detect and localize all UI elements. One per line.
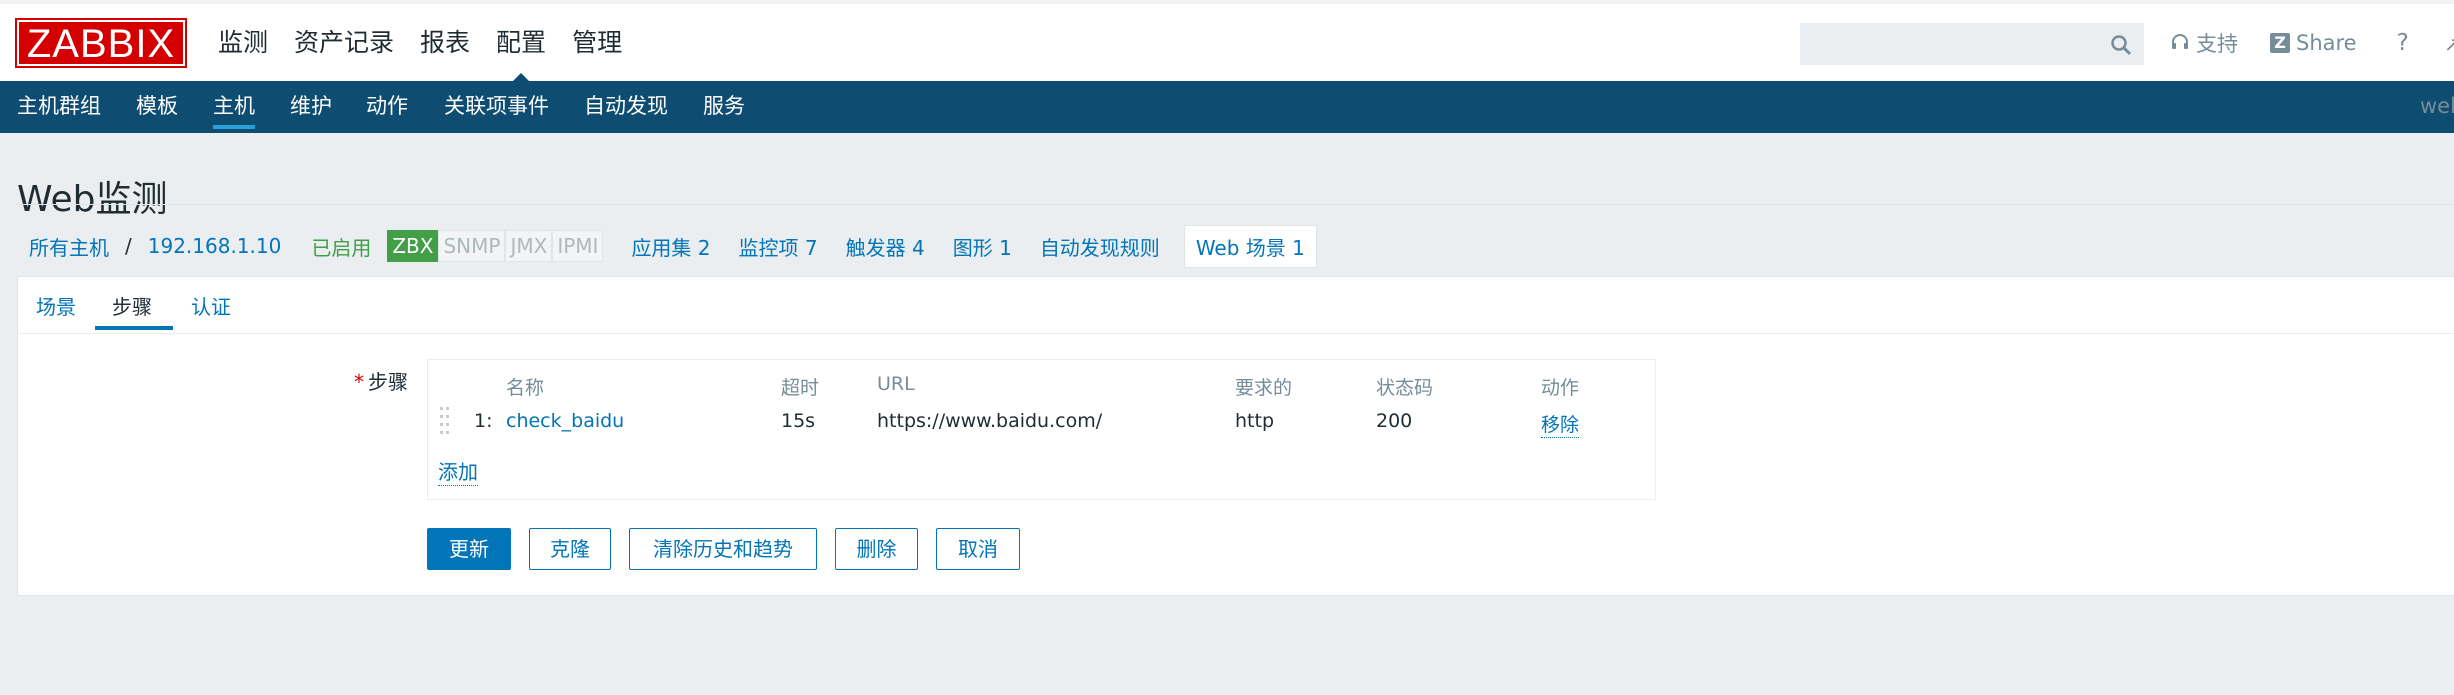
- breadcrumb-separator: /: [125, 234, 132, 258]
- tab-steps[interactable]: 步骤: [112, 291, 152, 320]
- subnav-hosts[interactable]: 主机: [213, 81, 255, 131]
- support-label: 支持: [2196, 31, 2238, 56]
- step-status-codes: 200: [1376, 410, 1413, 432]
- subnav-right-text: web: [2420, 94, 2454, 118]
- subnav-maintenance[interactable]: 维护: [290, 81, 332, 131]
- menu-administration[interactable]: 管理: [572, 4, 622, 81]
- items-label: 监控项: [738, 235, 799, 260]
- column-name: 名称: [506, 377, 545, 399]
- title-divider: [17, 204, 2454, 205]
- header-tools: 支持 Z Share ?: [2170, 4, 2409, 81]
- column-status-codes: 状态码: [1376, 377, 1434, 399]
- step-required: http: [1235, 410, 1275, 432]
- web-scenarios-label: Web 场景: [1195, 235, 1286, 260]
- menu-monitoring[interactable]: 监测: [218, 4, 268, 81]
- headset-icon: [2172, 33, 2188, 49]
- search-input[interactable]: [1801, 24, 2101, 64]
- discovery-rules-label: 自动发现规则: [1039, 235, 1160, 260]
- availability-ipmi: IPMI: [552, 230, 604, 262]
- tab-authentication[interactable]: 认证: [191, 291, 231, 320]
- triggers-count: 4: [911, 235, 925, 260]
- clear-history-button[interactable]: 清除历史和趋势: [629, 528, 817, 570]
- breadcrumb-web-scenarios[interactable]: Web 场景 1: [1183, 224, 1317, 268]
- column-required: 要求的: [1235, 377, 1293, 399]
- zabbix-logo[interactable]: ZABBIX: [15, 18, 187, 68]
- menu-reports[interactable]: 报表: [420, 4, 470, 81]
- subnav-discovery[interactable]: 自动发现: [584, 81, 668, 131]
- tab-scenario[interactable]: 场景: [36, 291, 76, 320]
- clone-button[interactable]: 克隆: [529, 528, 611, 570]
- zabbix-share-icon: Z: [2270, 32, 2290, 53]
- breadcrumb-items[interactable]: 监控项 7: [739, 232, 818, 261]
- steps-table: 名称 超时 URL 要求的 状态码 动作 1: check_baidu 15s …: [427, 359, 1656, 500]
- host-status-enabled[interactable]: 已启用: [311, 232, 371, 261]
- breadcrumb-graphs[interactable]: 图形 1: [953, 232, 1012, 261]
- breadcrumb-applications[interactable]: 应用集 2: [631, 232, 710, 261]
- delete-button[interactable]: 删除: [835, 528, 918, 570]
- breadcrumb: 所有主机 / 192.168.1.10 已启用 ZBX SNMP JMX IPM…: [29, 224, 1317, 268]
- step-index: 1:: [474, 410, 493, 432]
- applications-label: 应用集: [631, 235, 692, 260]
- breadcrumb-triggers[interactable]: 触发器 4: [846, 232, 925, 261]
- share-link[interactable]: Z Share: [2270, 31, 2357, 55]
- graphs-count: 1: [999, 235, 1012, 260]
- breadcrumb-discovery-rules[interactable]: 自动发现规则: [1040, 232, 1160, 261]
- page-title: Web监测: [17, 179, 168, 221]
- user-profile-icon[interactable]: ↗: [2444, 32, 2454, 56]
- share-label: Share: [2296, 30, 2357, 55]
- search-box: [1800, 23, 2144, 65]
- drag-handle-icon[interactable]: [440, 406, 450, 436]
- search-icon[interactable]: [2109, 33, 2133, 57]
- availability-jmx: JMX: [505, 230, 553, 262]
- remove-step-link[interactable]: 移除: [1541, 410, 1580, 438]
- column-url: URL: [877, 373, 915, 395]
- applications-count: 2: [697, 235, 711, 260]
- help-icon[interactable]: ?: [2397, 30, 2409, 56]
- steps-label: 步骤: [368, 370, 408, 394]
- items-count: 7: [804, 235, 818, 260]
- breadcrumb-all-hosts[interactable]: 所有主机: [29, 232, 109, 261]
- update-button[interactable]: 更新: [427, 528, 511, 570]
- availability-snmp: SNMP: [438, 230, 506, 262]
- availability-zbx: ZBX: [387, 230, 439, 262]
- sub-navigation: 主机群组 模板 主机 维护 动作 关联项事件 自动发现 服务 web: [0, 81, 2454, 133]
- web-scenarios-count: 1: [1292, 235, 1305, 260]
- top-header: ZABBIX 监测 资产记录 报表 配置 管理 支持 Z Share ? ↗: [0, 0, 2454, 85]
- graphs-label: 图形: [952, 235, 993, 260]
- column-action: 动作: [1541, 377, 1580, 399]
- subnav-templates[interactable]: 模板: [136, 81, 178, 131]
- form-tabs: 场景 步骤 认证: [18, 277, 2454, 334]
- step-timeout: 15s: [781, 410, 816, 432]
- availability-indicators: ZBX SNMP JMX IPMI: [387, 230, 604, 262]
- web-scenario-form: 场景 步骤 认证 * 步骤 名称 超时 URL 要求的 状态码 动作 1: che…: [17, 276, 2454, 596]
- breadcrumb-host[interactable]: 192.168.1.10: [148, 234, 282, 258]
- subnav-actions[interactable]: 动作: [366, 81, 408, 131]
- step-url: https://www.baidu.com/: [877, 410, 1103, 432]
- menu-inventory[interactable]: 资产记录: [294, 4, 394, 81]
- subnav-event-correlation[interactable]: 关联项事件: [444, 81, 549, 131]
- active-tab-indicator: [95, 326, 173, 330]
- subnav-host-groups[interactable]: 主机群组: [17, 81, 101, 131]
- subnav-services[interactable]: 服务: [703, 81, 745, 131]
- triggers-label: 触发器: [845, 235, 906, 260]
- steps-field-label: * 步骤: [354, 366, 408, 395]
- step-name-link[interactable]: check_baidu: [506, 410, 624, 432]
- column-timeout: 超时: [781, 377, 820, 399]
- required-mark: *: [354, 370, 364, 394]
- cancel-button[interactable]: 取消: [936, 528, 1020, 570]
- support-link[interactable]: 支持: [2170, 28, 2238, 58]
- add-step-link[interactable]: 添加: [438, 456, 478, 486]
- main-menu: 监测 资产记录 报表 配置 管理: [218, 4, 648, 85]
- menu-configuration[interactable]: 配置: [496, 4, 546, 85]
